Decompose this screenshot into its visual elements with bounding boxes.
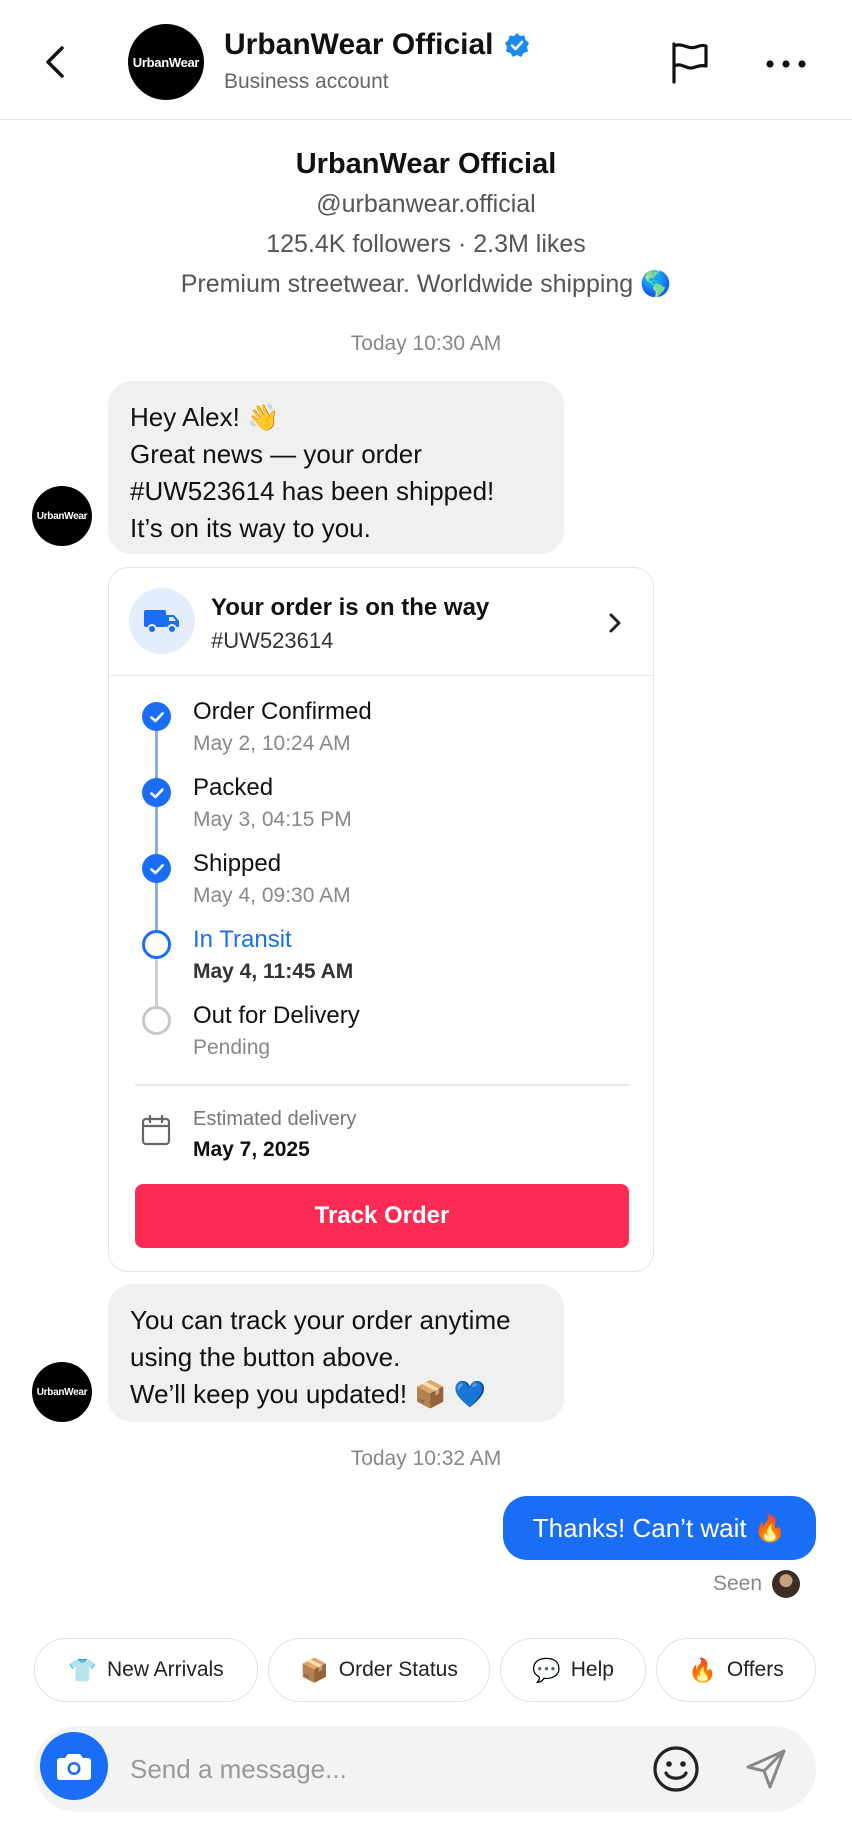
tshirt-icon: 👕 [68, 1656, 97, 1683]
profile-summary: UrbanWear Official @urbanwear.official 1… [0, 144, 852, 304]
quick-reply-help[interactable]: 💬 Help [500, 1638, 646, 1702]
chip-label: New Arrivals [106, 1658, 224, 1681]
step-label: Packed [193, 774, 274, 801]
message-timestamp: Today 10:30 AM [350, 332, 502, 355]
message-line: It’s on its way to you. [130, 513, 371, 543]
timeline-step: Packed May 3, 04:15 PM [109, 772, 653, 848]
profile-stats: 125.4K followers · 2.3M likes [266, 230, 586, 258]
profile-handle: @urbanwear.official [316, 190, 536, 218]
sender-avatar[interactable]: UrbanWear [32, 486, 92, 546]
emoji-button[interactable] [652, 1745, 700, 1793]
chevron-right-icon [609, 613, 621, 633]
chip-label: Order Status [338, 1658, 458, 1681]
message-line: Hey Alex! 👋 [130, 402, 280, 432]
incoming-message: You can track your order anytime using t… [108, 1284, 564, 1422]
step-label: Shipped [193, 850, 282, 877]
profile-name: UrbanWear Official [295, 148, 557, 180]
current-status-circle-icon [142, 930, 171, 959]
step-date: May 3, 04:15 PM [193, 808, 352, 831]
outgoing-message: Thanks! Can’t wait 🔥 [503, 1496, 816, 1560]
timeline-step: Order Confirmed May 2, 10:24 AM [109, 696, 653, 772]
timeline-step: Shipped May 4, 09:30 AM [109, 848, 653, 924]
package-icon: 📦 [300, 1656, 329, 1683]
check-circle-icon [142, 854, 171, 883]
verified-badge-icon [504, 33, 529, 57]
business-avatar[interactable]: UrbanWear [128, 24, 204, 100]
back-button[interactable] [36, 40, 76, 84]
message-line: using the button above. [130, 1342, 401, 1372]
chip-label: Help [570, 1658, 614, 1681]
step-label: Order Confirmed [193, 698, 372, 725]
sender-avatar[interactable]: UrbanWear [32, 1362, 92, 1422]
message-line: Great news — your order [130, 439, 422, 469]
read-receipt: Seen [713, 1570, 800, 1598]
incoming-message: Hey Alex! 👋 Great news — your order #UW5… [108, 381, 564, 554]
check-circle-icon [142, 702, 171, 731]
order-number: #UW523614 [211, 628, 334, 653]
chat-header: UrbanWear UrbanWear Official Business ac… [0, 0, 852, 120]
chip-label: Offers [726, 1658, 784, 1681]
more-options-button[interactable] [762, 52, 810, 76]
message-line: We’ll keep you updated! 📦 💙 [130, 1379, 487, 1409]
business-name: UrbanWear Official [224, 28, 494, 61]
timeline-step-current: In Transit May 4, 11:45 AM [109, 924, 653, 1000]
order-card-title: Your order is on the way [211, 594, 490, 621]
quick-reply-new-arrivals[interactable]: 👕 New Arrivals [34, 1638, 258, 1702]
divider [135, 1084, 629, 1086]
truck-badge [129, 588, 195, 654]
send-icon [746, 1749, 786, 1789]
message-line: You can track your order anytime [130, 1305, 511, 1335]
more-horizontal-icon [766, 60, 806, 68]
truck-icon [144, 610, 179, 634]
send-button[interactable] [744, 1747, 788, 1791]
step-date: May 4, 11:45 AM [193, 960, 354, 983]
check-circle-icon [142, 778, 171, 807]
smiley-icon [653, 1746, 699, 1792]
message-timestamp: Today 10:32 AM [350, 1447, 502, 1470]
camera-button[interactable] [40, 1732, 108, 1800]
step-date: Pending [193, 1036, 271, 1059]
quick-reply-offers[interactable]: 🔥 Offers [656, 1638, 816, 1702]
account-type: Business account [224, 70, 389, 93]
calendar-icon [141, 1114, 171, 1146]
order-card-header[interactable]: Your order is on the way #UW523614 [109, 568, 653, 676]
pending-circle-icon [142, 1006, 171, 1035]
step-date: May 4, 09:30 AM [193, 884, 351, 907]
message-line: #UW523614 has been shipped! [130, 476, 495, 506]
estimated-delivery-label: Estimated delivery [193, 1108, 357, 1130]
step-label: Out for Delivery [193, 1002, 360, 1029]
chevron-left-icon [46, 46, 64, 78]
step-label: In Transit [193, 926, 292, 953]
estimated-delivery-date: May 7, 2025 [193, 1138, 310, 1161]
user-avatar [772, 1570, 800, 1598]
message-composer [34, 1726, 816, 1812]
profile-bio: Premium streetwear. Worldwide shipping 🌎 [180, 270, 672, 298]
header-name-row[interactable]: UrbanWear Official [224, 28, 530, 62]
speech-bubble-icon: 💬 [532, 1656, 561, 1683]
camera-icon [57, 1754, 91, 1780]
report-button[interactable] [668, 40, 712, 86]
seen-label: Seen [712, 1572, 762, 1595]
timeline-step-pending: Out for Delivery Pending [109, 1000, 653, 1076]
message-input[interactable] [130, 1748, 550, 1790]
order-tracking-card: Your order is on the way #UW523614 Order… [108, 567, 654, 1272]
step-date: May 2, 10:24 AM [193, 732, 351, 755]
fire-icon: 🔥 [688, 1656, 717, 1683]
track-order-button[interactable]: Track Order [135, 1184, 629, 1248]
flag-icon [672, 42, 708, 84]
quick-reply-order-status[interactable]: 📦 Order Status [268, 1638, 490, 1702]
